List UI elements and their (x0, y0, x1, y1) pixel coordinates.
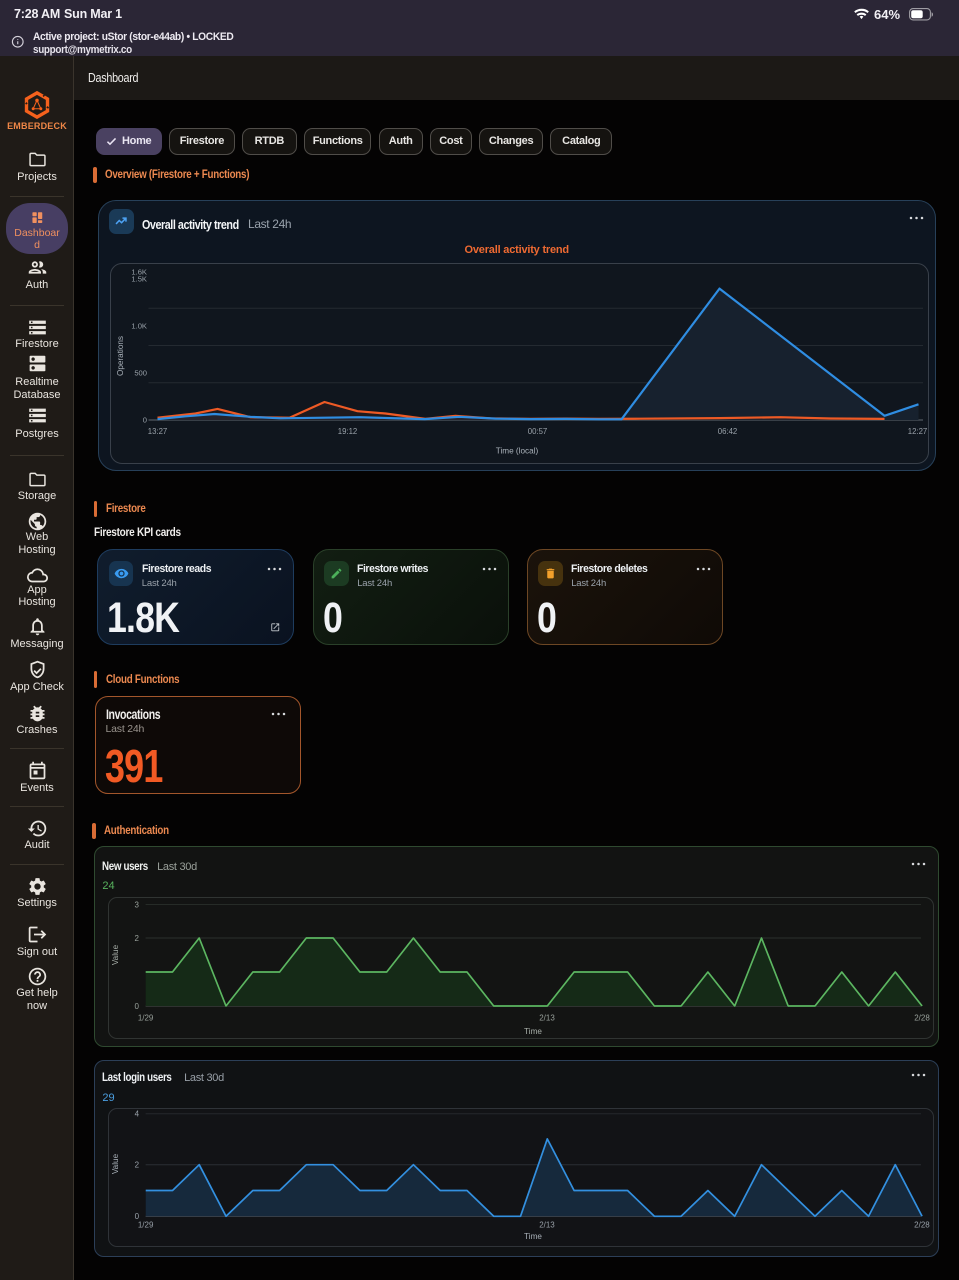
svg-text:13:27: 13:27 (148, 426, 168, 435)
svg-text:1.5K: 1.5K (131, 274, 147, 283)
svg-text:2/28: 2/28 (914, 1220, 930, 1229)
svg-text:Time (local): Time (local) (496, 446, 539, 455)
svg-text:2: 2 (134, 934, 139, 943)
svg-text:Value: Value (111, 944, 120, 965)
svg-text:0: 0 (143, 415, 147, 424)
svg-text:Time: Time (524, 1232, 542, 1241)
svg-text:2/13: 2/13 (539, 1220, 555, 1229)
svg-text:4: 4 (134, 1109, 139, 1118)
svg-text:500: 500 (134, 368, 147, 377)
svg-text:00:57: 00:57 (528, 426, 548, 435)
svg-text:0: 0 (134, 1002, 139, 1011)
svg-text:1/29: 1/29 (138, 1013, 154, 1022)
svg-text:3: 3 (134, 900, 139, 909)
svg-text:Value: Value (111, 1153, 120, 1174)
svg-text:Operations: Operations (116, 336, 125, 376)
svg-text:06:42: 06:42 (718, 426, 738, 435)
svg-text:1.0K: 1.0K (131, 321, 147, 330)
svg-text:1/29: 1/29 (138, 1220, 154, 1229)
svg-text:2/28: 2/28 (914, 1013, 930, 1022)
svg-text:Time: Time (524, 1027, 542, 1036)
svg-text:2/13: 2/13 (539, 1013, 555, 1022)
svg-text:12:27: 12:27 (908, 426, 928, 435)
svg-text:19:12: 19:12 (338, 426, 358, 435)
svg-text:2: 2 (134, 1160, 139, 1169)
